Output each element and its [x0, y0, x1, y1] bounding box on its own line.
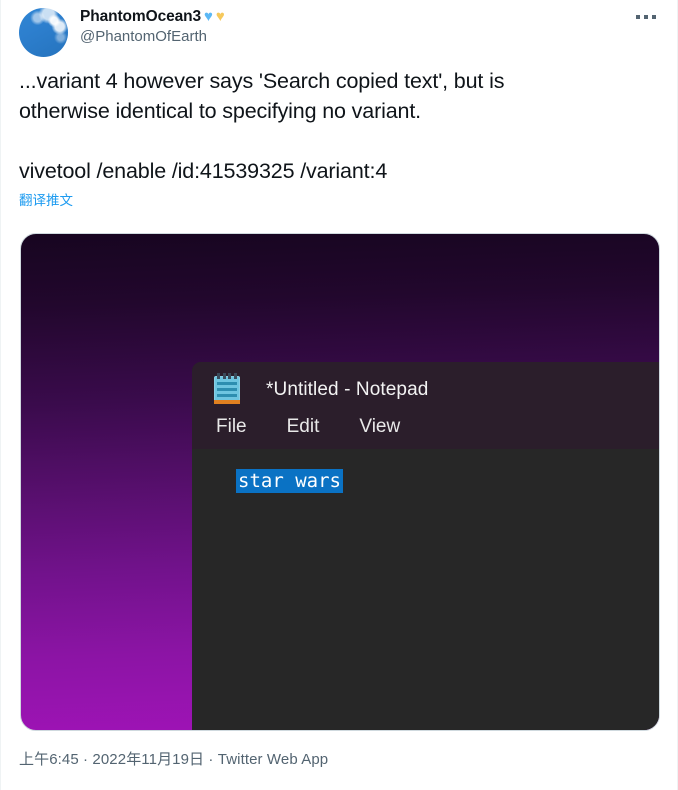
more-dot — [652, 15, 656, 19]
more-dot — [644, 15, 648, 19]
tweet-text: ...variant 4 however says 'Search copied… — [1, 56, 677, 186]
menu-item-view[interactable]: View — [359, 416, 400, 438]
menu-item-edit[interactable]: Edit — [287, 416, 320, 438]
notepad-selected-text: star wars — [236, 469, 343, 493]
tweet-card: PhantomOcean3 ♥ ♥ @PhantomOfEarth ...var… — [0, 0, 678, 790]
author-handle[interactable]: @PhantomOfEarth — [80, 28, 225, 47]
more-dot — [636, 15, 640, 19]
notepad-menubar: File Edit View — [192, 416, 659, 438]
avatar[interactable] — [19, 8, 68, 57]
author-identity: PhantomOcean3 ♥ ♥ @PhantomOfEarth — [80, 6, 225, 47]
tweet-text-line-2: otherwise identical to specifying no var… — [19, 99, 421, 123]
notepad-window: *Untitled - Notepad File Edit View star … — [192, 362, 659, 730]
tweet-header: PhantomOcean3 ♥ ♥ @PhantomOfEarth — [1, 0, 677, 57]
blue-heart-icon: ♥ — [204, 8, 213, 26]
notepad-text-area[interactable]: star wars Search copied text — [192, 449, 659, 730]
yellow-heart-icon: ♥ — [215, 8, 225, 26]
notepad-window-title: *Untitled - Notepad — [266, 379, 429, 400]
tweet-media-image[interactable]: *Untitled - Notepad File Edit View star … — [20, 233, 660, 731]
tweet-text-line-3: vivetool /enable /id:41539325 /variant:4 — [19, 159, 388, 183]
author-display-name[interactable]: PhantomOcean3 ♥ ♥ — [80, 7, 225, 26]
display-name-text: PhantomOcean3 — [80, 8, 202, 25]
notepad-titlebar: *Untitled - Notepad File Edit View — [192, 362, 659, 449]
notepad-title-row: *Untitled - Notepad — [192, 362, 659, 404]
tweet-more-menu-button[interactable] — [631, 6, 661, 28]
notepad-icon — [214, 373, 240, 404]
tweet-timestamp-footer: 上午6:45 · 2022年11月19日 · Twitter Web App — [19, 751, 329, 768]
menu-item-file[interactable]: File — [216, 416, 247, 438]
translate-tweet-link[interactable]: 翻译推文 — [19, 189, 73, 209]
tweet-text-line-1: ...variant 4 however says 'Search copied… — [19, 69, 505, 93]
notepad-icon-rings — [216, 373, 238, 379]
text-spacer — [19, 126, 659, 156]
